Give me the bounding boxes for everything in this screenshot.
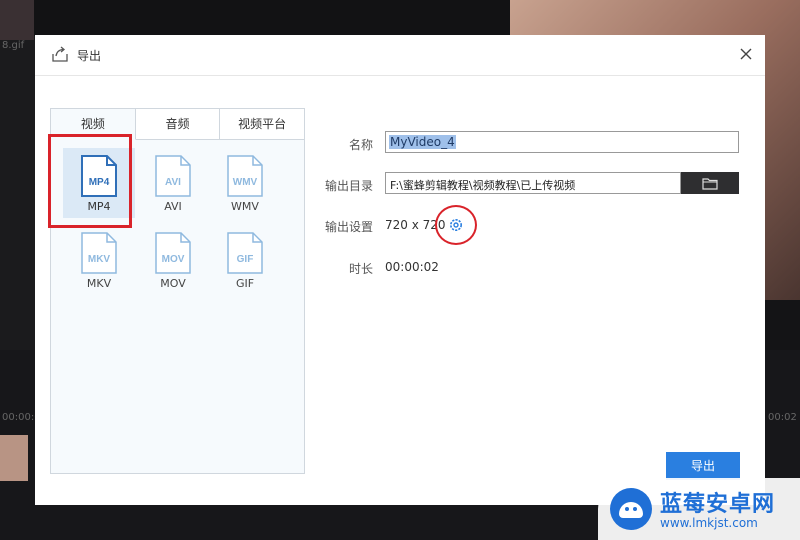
timeline-clip[interactable] [0, 435, 28, 481]
svg-text:GIF: GIF [237, 254, 254, 265]
format-mov[interactable]: MOV MOV [137, 225, 209, 295]
svg-text:MKV: MKV [88, 254, 111, 265]
dialog-header: 导出 [35, 35, 765, 76]
name-label: 名称 [348, 138, 373, 152]
export-button[interactable]: 导出 [666, 452, 740, 480]
avi-file-icon: AVI [155, 155, 191, 197]
tab-video-platform[interactable]: 视频平台 [220, 109, 304, 139]
format-label: AVI [164, 200, 182, 213]
format-gif[interactable]: GIF GIF [209, 225, 281, 295]
svg-text:WMV: WMV [233, 177, 258, 188]
highlight-annotation-circle [435, 205, 477, 245]
mov-file-icon: MOV [155, 232, 191, 274]
format-label: MKV [86, 277, 112, 290]
timeline-timecode-right: 00:02 [768, 412, 797, 423]
export-icon [52, 46, 68, 62]
watermark-title: 蓝莓安卓网 [660, 492, 776, 517]
highlight-annotation-box [48, 134, 132, 228]
output-dir-value: F:\蜜蜂剪辑教程\视频教程\已上传视频 [390, 179, 576, 192]
output-dir-input[interactable]: F:\蜜蜂剪辑教程\视频教程\已上传视频 [385, 172, 681, 194]
tab-audio[interactable]: 音频 [136, 109, 221, 139]
format-label: MOV [160, 277, 186, 290]
dialog-title: 导出 [77, 49, 102, 63]
wmv-file-icon: WMV [227, 155, 263, 197]
watermark-logo-icon [610, 488, 652, 530]
svg-text:AVI: AVI [165, 177, 181, 188]
gif-file-icon: GIF [227, 232, 263, 274]
duration-value: 00:00:02 [385, 260, 439, 274]
format-mkv[interactable]: MKV MKV [63, 225, 135, 295]
name-input[interactable]: MyVideo_4 [385, 131, 739, 153]
mkv-file-icon: MKV [81, 232, 117, 274]
format-label: WMV [231, 200, 259, 213]
media-file-label: 8.gif [2, 40, 25, 51]
duration-label: 时长 [348, 262, 373, 276]
name-input-value: MyVideo_4 [389, 135, 456, 149]
site-watermark: 蓝莓安卓网 www.lmkjst.com [598, 478, 800, 540]
output-dir-label: 输出目录 [324, 179, 373, 193]
format-wmv[interactable]: WMV WMV [209, 148, 281, 218]
format-label: GIF [235, 277, 255, 290]
output-settings-label: 输出设置 [324, 220, 373, 234]
media-thumbnail[interactable] [0, 0, 34, 40]
browse-folder-button[interactable] [681, 172, 739, 194]
svg-text:MOV: MOV [162, 254, 185, 265]
folder-icon [702, 178, 718, 190]
watermark-url: www.lmkjst.com [660, 516, 758, 530]
export-dialog: 导出 视频 音频 视频平台 MP4 MP4 AVI AVI WMV WMV MK… [35, 35, 765, 505]
close-icon[interactable] [735, 43, 757, 65]
format-avi[interactable]: AVI AVI [137, 148, 209, 218]
